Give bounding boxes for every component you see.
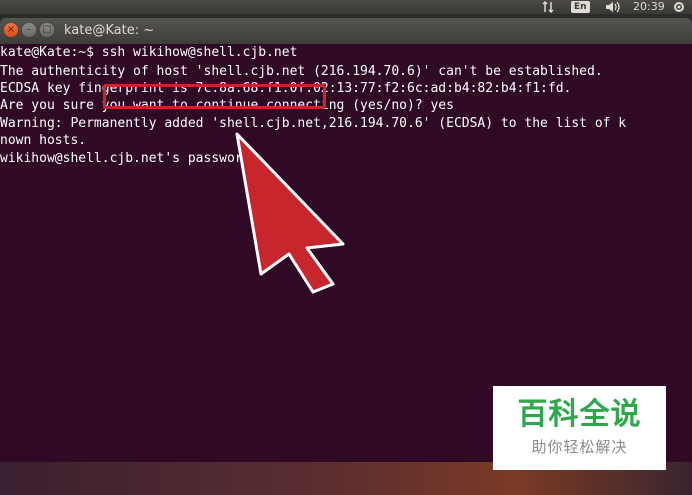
terminal-line-password-prompt[interactable]: wikihow@shell.cjb.net's password: bbox=[0, 150, 258, 167]
window-titlebar[interactable]: × – □ kate@Kate: ~ bbox=[0, 18, 692, 44]
speaker-icon[interactable] bbox=[604, 0, 624, 14]
clock[interactable]: 20:39 bbox=[633, 0, 665, 14]
command-highlight-box bbox=[103, 84, 326, 109]
close-button[interactable]: × bbox=[4, 23, 18, 37]
watermark-title: 百科全说 bbox=[517, 397, 642, 432]
language-indicator[interactable]: En bbox=[571, 1, 590, 13]
minimize-button[interactable]: – bbox=[22, 23, 36, 37]
terminal-line-command: kate@Kate:~$ ssh wikihow@shell.cjb.net bbox=[0, 45, 298, 60]
maximize-button[interactable]: □ bbox=[40, 23, 54, 37]
watermark-subtitle: 助你轻松解决 bbox=[531, 438, 628, 456]
red-pointer-arrow-icon bbox=[235, 132, 345, 294]
network-arrows-icon[interactable] bbox=[541, 0, 555, 14]
top-panel: En 20:39 bbox=[0, 0, 692, 14]
watermark-badge: 百科全说 助你轻松解决 bbox=[493, 386, 666, 470]
terminal-line: The authenticity of host 'shell.cjb.net … bbox=[0, 64, 603, 79]
gear-icon[interactable] bbox=[672, 0, 686, 14]
terminal-line: nown hosts. bbox=[0, 133, 87, 148]
window-title: kate@Kate: ~ bbox=[64, 23, 155, 38]
